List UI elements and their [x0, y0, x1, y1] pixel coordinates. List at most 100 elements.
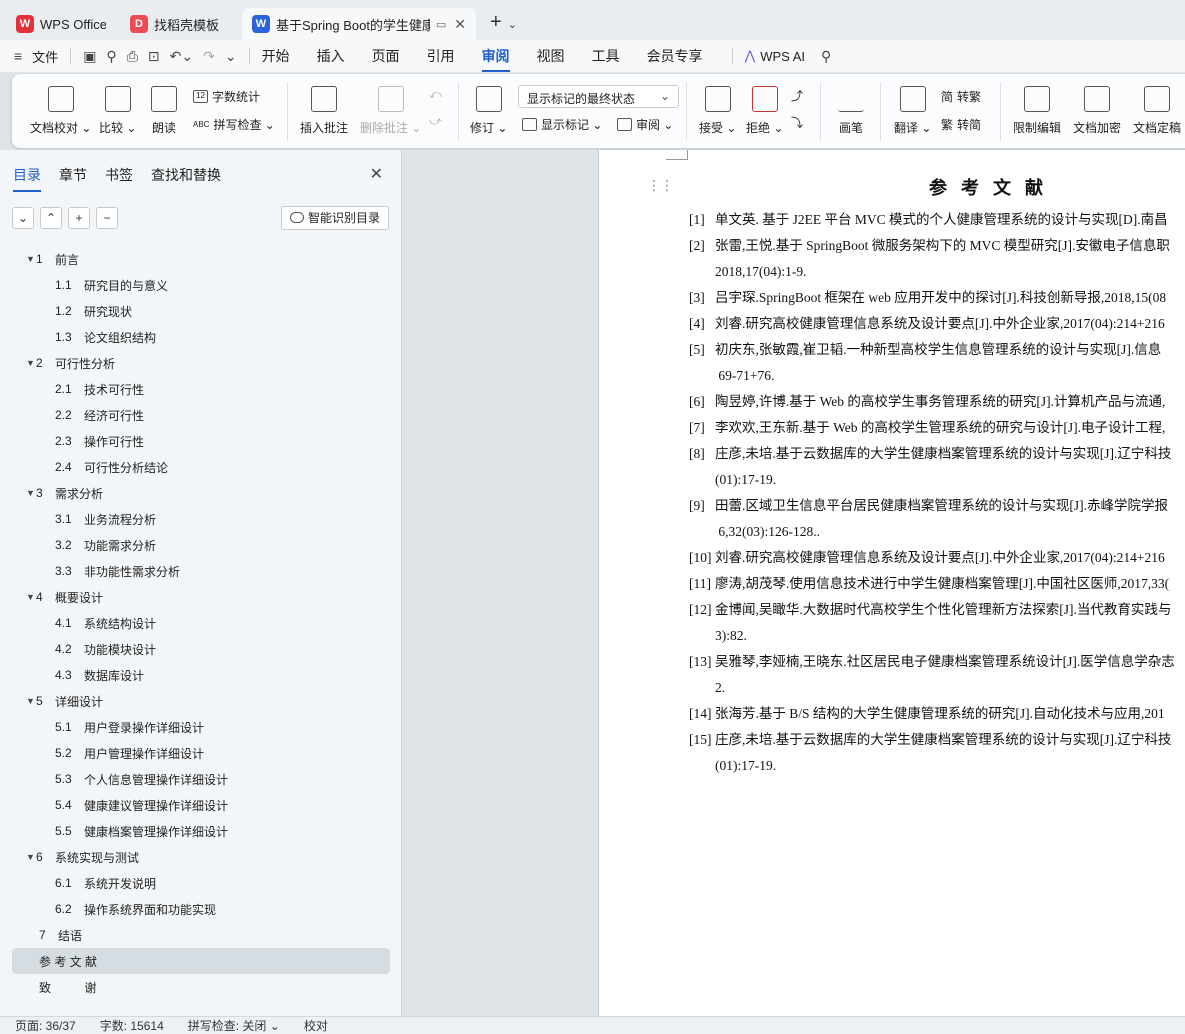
expand-triangle-icon[interactable]: ▼ [26, 358, 36, 368]
spell-check-button[interactable]: ABC 拼写检查 ⌄ [193, 116, 275, 133]
review-pane-button[interactable]: 审阅 ⌄ [617, 116, 673, 133]
browser-tab[interactable]: W WPS Office [6, 8, 116, 40]
next-change-icon[interactable]: ⤵ [791, 114, 803, 131]
toc-item[interactable]: 2.1 技术可行性 [12, 376, 390, 402]
document-page[interactable]: ⋮⋮ 参考文献 [1] 单文英. 基于 J2EE 平台 MVC 模式的个人健康管理… [598, 150, 1185, 1016]
toc-item[interactable]: ▼ 4 概要设计 [12, 584, 390, 610]
toc-item[interactable]: 3.2 功能需求分析 [12, 532, 390, 558]
toc-item[interactable]: 4.3 数据库设计 [12, 662, 390, 688]
file-menu[interactable]: ≡ 文件 [14, 47, 58, 66]
restrict-edit-button[interactable]: 限制编辑 [1013, 86, 1061, 136]
toc-item[interactable]: 2.2 经济可行性 [12, 402, 390, 428]
toc-item[interactable]: ▼ 3 需求分析 [12, 480, 390, 506]
show-markup-button[interactable]: 显示标记 ⌄ [522, 116, 602, 133]
menu-tab[interactable]: 插入 [317, 40, 345, 72]
accept-button[interactable]: 接受 ⌄ [699, 86, 736, 136]
toc-item[interactable]: ▼ 2 可行性分析 [12, 350, 390, 376]
menu-tab[interactable]: 引用 [427, 40, 455, 72]
markup-state-select[interactable]: 显示标记的最终状态 ⌄ [518, 85, 679, 108]
nav-pane-tab[interactable]: 章节 [59, 165, 87, 192]
expand-triangle-icon[interactable]: ▼ [26, 592, 36, 602]
doc-check-button[interactable]: 文档校对 ⌄ [30, 86, 91, 136]
remove-heading-button[interactable]: − [96, 207, 118, 229]
delete-comment-button[interactable]: 删除批注 ⌄ [360, 86, 421, 136]
menu-tab[interactable]: 工具 [592, 40, 620, 72]
toc-item[interactable]: 2.4 可行性分析结论 [12, 454, 390, 480]
prev-comment-icon[interactable]: ⤺ [429, 87, 442, 102]
toc-item[interactable]: 1.2 研究现状 [12, 298, 390, 324]
word-count-status[interactable]: 字数: 15614 [100, 1017, 164, 1034]
menu-tab[interactable]: 开始 [262, 40, 290, 72]
share-icon[interactable]: ⚲ [106, 48, 116, 65]
page-indicator[interactable]: 页面: 36/37 [15, 1017, 76, 1034]
document-canvas[interactable]: ⋮⋮ 参考文献 [1] 单文英. 基于 J2EE 平台 MVC 模式的个人健康管理… [403, 150, 1185, 1016]
drag-handle-icon[interactable]: ⋮⋮ [647, 177, 674, 194]
expand-triangle-icon[interactable]: ▼ [26, 254, 36, 264]
nav-pane-tab[interactable]: 查找和替换 [151, 165, 221, 192]
prev-change-icon[interactable]: ⤴ [791, 87, 803, 104]
nav-pane-tab[interactable]: 目录 [13, 165, 41, 192]
expand-triangle-icon[interactable]: ▼ [26, 488, 36, 498]
toc-item[interactable]: 3.1 业务流程分析 [12, 506, 390, 532]
toc-item[interactable]: 5.1 用户登录操作详细设计 [12, 714, 390, 740]
collapse-all-button[interactable]: ⌃ [40, 207, 62, 229]
to-simplified-button[interactable]: 繁转简 [941, 116, 981, 133]
expand-triangle-icon[interactable]: ▼ [26, 852, 36, 862]
to-traditional-button[interactable]: 简转繁 [941, 88, 981, 105]
close-tab-icon[interactable]: ✕ [454, 16, 466, 33]
spell-check-status[interactable]: 拼写检查: 关闭 ⌄ [188, 1017, 280, 1034]
toc-item[interactable]: 1.1 研究目的与意义 [12, 272, 390, 298]
toc-item[interactable]: 4.2 功能模块设计 [12, 636, 390, 662]
wps-ai-button[interactable]: ⋀ WPS AI [745, 48, 805, 64]
tab-list-dropdown-icon[interactable]: ⌄ [508, 18, 517, 40]
toc-item[interactable]: 5.5 健康档案管理操作详细设计 [12, 818, 390, 844]
expand-all-button[interactable]: ⌄ [12, 207, 34, 229]
add-heading-button[interactable]: + [68, 207, 90, 229]
toc-item[interactable]: ▼ 5 详细设计 [12, 688, 390, 714]
print-icon[interactable]: ⎙ [127, 48, 138, 65]
toc-item[interactable]: 5.2 用户管理操作详细设计 [12, 740, 390, 766]
close-icon[interactable]: ✕ [370, 164, 383, 184]
smart-toc-button[interactable]: 智能识别目录 [280, 206, 389, 230]
toc-item[interactable]: 6.1 系统开发说明 [12, 870, 390, 896]
compare-button[interactable]: 比较 ⌄ [99, 86, 136, 136]
redo-icon[interactable]: ↷ [203, 48, 215, 65]
finalize-button[interactable]: 文档定稿 [1133, 86, 1181, 136]
search-icon[interactable]: ⚲ [821, 48, 831, 65]
track-changes-button[interactable]: 修订 ⌄ [470, 86, 507, 136]
browser-tab[interactable]: W 基于Spring Boot的学生健康管 ▭ ✕ [242, 8, 476, 40]
next-comment-icon[interactable]: ⤻ [429, 114, 442, 129]
save-icon[interactable]: ▣ [83, 48, 96, 65]
nav-pane-tab[interactable]: 书签 [105, 165, 133, 192]
toc-item[interactable]: 4.1 系统结构设计 [12, 610, 390, 636]
proofread-status[interactable]: 校对 [304, 1017, 328, 1034]
expand-triangle-icon[interactable]: ▼ [26, 696, 36, 706]
toc-item[interactable]: 1.3 论文组织结构 [12, 324, 390, 350]
toc-item[interactable]: 5.4 健康建议管理操作详细设计 [12, 792, 390, 818]
toc-item[interactable]: 2.3 操作可行性 [12, 428, 390, 454]
encrypt-button[interactable]: 文档加密 [1073, 86, 1121, 136]
browser-tab[interactable]: D 找稻壳模板 [120, 8, 238, 40]
menu-tab[interactable]: 审阅 [481, 40, 510, 72]
toc-item[interactable]: 7 结语 [12, 922, 390, 948]
ink-button[interactable]: 画笔 [838, 86, 864, 136]
menu-tab[interactable]: 会员专享 [647, 40, 703, 72]
toc-item[interactable]: 参 考 文 献 [12, 948, 390, 974]
more-icon[interactable]: ⌄ [225, 48, 237, 65]
toc-item[interactable]: 6.2 操作系统界面和功能实现 [12, 896, 390, 922]
window-icon[interactable]: ▭ [436, 18, 446, 31]
reject-button[interactable]: 拒绝 ⌄ [746, 86, 783, 136]
insert-comment-button[interactable]: 插入批注 [300, 86, 348, 136]
new-tab-button[interactable]: + [480, 11, 508, 40]
toc-item[interactable]: 3.3 非功能性需求分析 [12, 558, 390, 584]
toc-item[interactable]: ▼ 1 前言 [12, 246, 390, 272]
toc-item[interactable]: ▼ 6 系统实现与测试 [12, 844, 390, 870]
menu-tab[interactable]: 页面 [372, 40, 400, 72]
undo-icon[interactable]: ↶⌄ [170, 48, 193, 65]
translate-button[interactable]: 翻译 ⌄ [894, 86, 931, 136]
toc-item[interactable]: 5.3 个人信息管理操作详细设计 [12, 766, 390, 792]
menu-tab[interactable]: 视图 [537, 40, 565, 72]
toc-item[interactable]: 致 谢 [12, 974, 390, 1000]
read-aloud-button[interactable]: 朗读 [151, 86, 177, 136]
word-count-button[interactable]: 12 字数统计 [193, 88, 260, 105]
